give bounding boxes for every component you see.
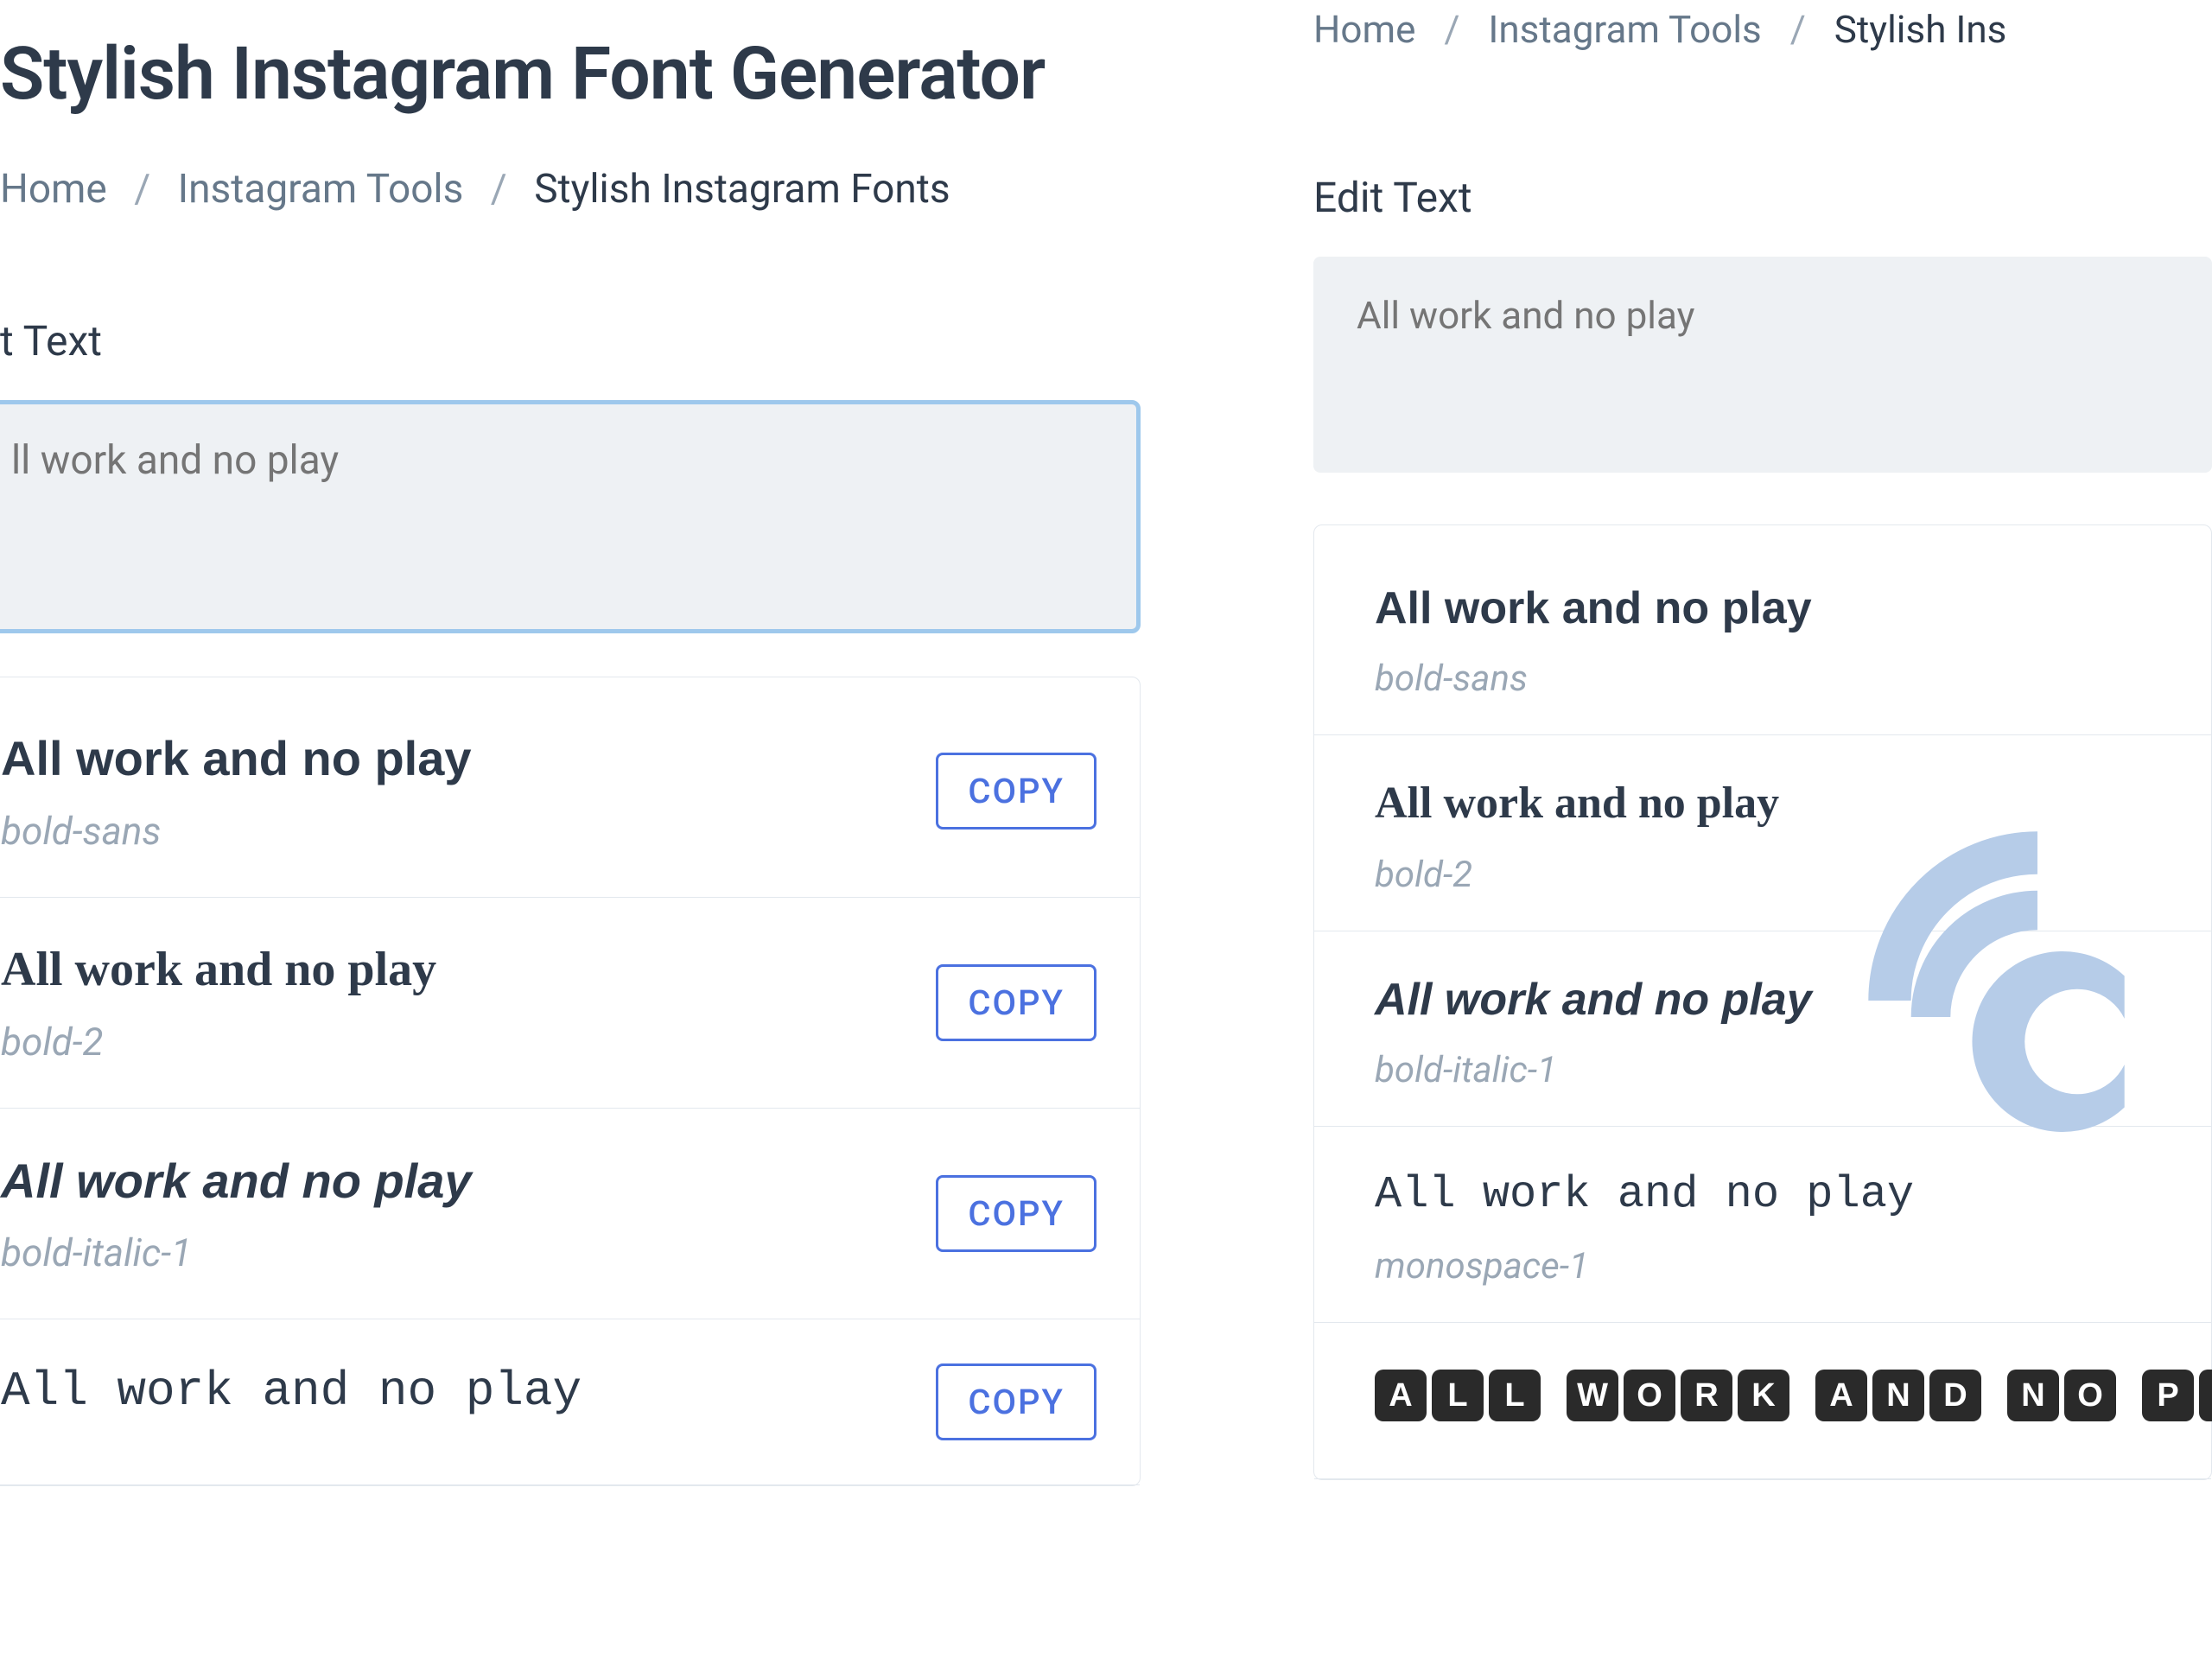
font-result-row: All work and no play monospace-1 xyxy=(1314,1127,2211,1322)
font-result-row: ALLWORKANDNOPL xyxy=(1314,1323,2211,1480)
font-result-label: bold-2 xyxy=(1,1020,918,1065)
font-result-row: All work and no play bold-sans xyxy=(1314,525,2211,735)
font-result-text: All work and no play xyxy=(1375,973,2159,1027)
font-result-label: bold-italic-1 xyxy=(1375,1049,2159,1091)
font-result-text: All work and no play xyxy=(1375,1168,2159,1222)
copy-button[interactable]: COPY xyxy=(936,1363,1096,1440)
font-result-text: All work and no play xyxy=(1375,777,2159,830)
font-result-label: bold-sans xyxy=(1,809,918,854)
font-result-row: All work and no play bold-italic-1 xyxy=(1314,931,2211,1127)
font-result-row: All work and no play COPY xyxy=(0,1319,1140,1485)
breadcrumb: Home / Instagram Tools / Stylish Ins xyxy=(1313,7,2212,52)
results-list: All work and no playbold-sansAll work an… xyxy=(1313,524,2212,1480)
font-result-label: bold-2 xyxy=(1375,854,2159,896)
font-result-row: All work and no play bold-2 COPY xyxy=(0,898,1140,1109)
breadcrumb-tools[interactable]: Instagram Tools xyxy=(178,166,464,213)
font-result-label: monospace-1 xyxy=(1375,1245,2159,1287)
font-result-label: bold-italic-1 xyxy=(1,1230,918,1275)
font-result-row: All work and no play bold-sans COPY xyxy=(0,677,1140,897)
copy-button[interactable]: COPY xyxy=(936,964,1096,1041)
breadcrumb-current: Stylish Instagram Fonts xyxy=(534,166,950,213)
left-column: Stylish Instagram Font Generator Home / … xyxy=(0,0,1192,1486)
breadcrumb-tools[interactable]: Instagram Tools xyxy=(1488,7,1761,52)
font-result-row: All work and no play bold-italic-1 COPY xyxy=(0,1109,1140,1319)
edit-text-label: t Text xyxy=(0,316,1192,365)
font-result-text: All work and no play xyxy=(1,1363,918,1421)
font-result-text: All work and no play xyxy=(1,941,918,999)
edit-text-input[interactable] xyxy=(1313,257,2212,473)
breadcrumb-home[interactable]: Home xyxy=(1313,7,1415,52)
font-result-text: All work and no play xyxy=(1375,582,2159,635)
edit-text-label: Edit Text xyxy=(1313,173,2212,222)
breadcrumb-separator: / xyxy=(1790,7,1806,52)
page-title: Stylish Instagram Font Generator xyxy=(0,35,1192,114)
results-list: All work and no playbold-sansCOPYAll wor… xyxy=(0,677,1141,1486)
breadcrumb-home[interactable]: Home xyxy=(0,166,107,213)
copy-button[interactable]: COPY xyxy=(936,1175,1096,1252)
copy-button[interactable]: COPY xyxy=(936,753,1096,830)
right-column: Home / Instagram Tools / Stylish Ins Edi… xyxy=(1313,0,2212,1480)
breadcrumb-separator: / xyxy=(1444,7,1459,52)
font-result-text: ALLWORKANDNOPL xyxy=(1375,1364,2159,1422)
breadcrumb-separator: / xyxy=(134,166,150,213)
font-result-text: All work and no play xyxy=(1,1152,918,1210)
font-result-label: bold-sans xyxy=(1375,658,2159,700)
font-result-text: All work and no play xyxy=(1,729,918,787)
font-result-row: All work and no play bold-2 xyxy=(1314,735,2211,931)
breadcrumb: Home / Instagram Tools / Stylish Instagr… xyxy=(0,166,1192,213)
breadcrumb-separator: / xyxy=(491,166,507,213)
breadcrumb-current: Stylish Ins xyxy=(1834,7,2007,52)
edit-text-input[interactable] xyxy=(0,400,1141,633)
